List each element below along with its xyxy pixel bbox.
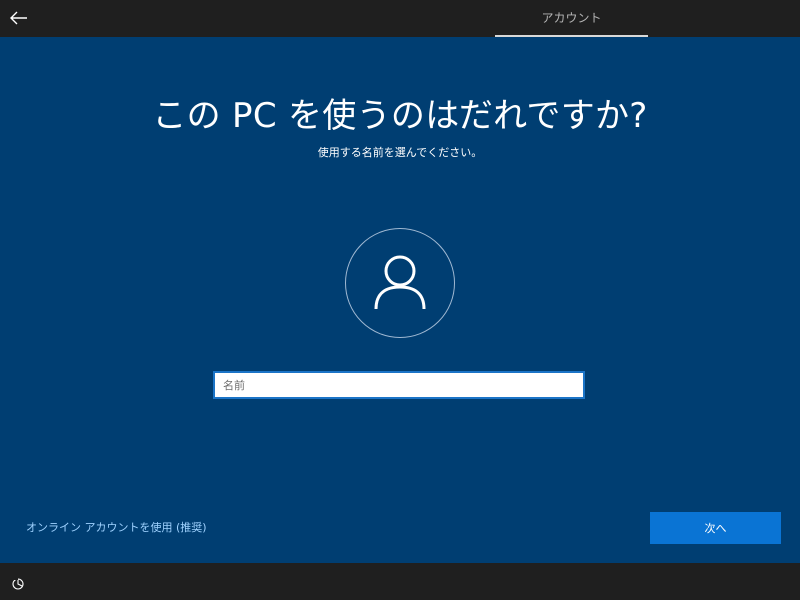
back-button[interactable]: [7, 6, 31, 30]
main-panel: この PC を使うのはだれですか? 使用する名前を選んでください。 オンライン …: [0, 37, 800, 563]
accessibility-button[interactable]: [11, 576, 25, 590]
name-input[interactable]: [213, 371, 585, 399]
online-account-link[interactable]: オンライン アカウントを使用 (推奨): [26, 521, 207, 535]
next-button[interactable]: 次へ: [650, 512, 781, 544]
avatar: [345, 228, 455, 338]
accessibility-icon: [12, 577, 24, 590]
tab-account: アカウント: [541, 11, 602, 25]
page-title: この PC を使うのはだれですか?: [152, 96, 648, 136]
top-bar: アカウント: [0, 0, 800, 37]
user-icon: [374, 255, 426, 310]
page-subtitle: 使用する名前を選んでください。: [317, 146, 483, 159]
back-arrow-icon: [10, 11, 27, 25]
bottom-bar: [0, 563, 800, 600]
